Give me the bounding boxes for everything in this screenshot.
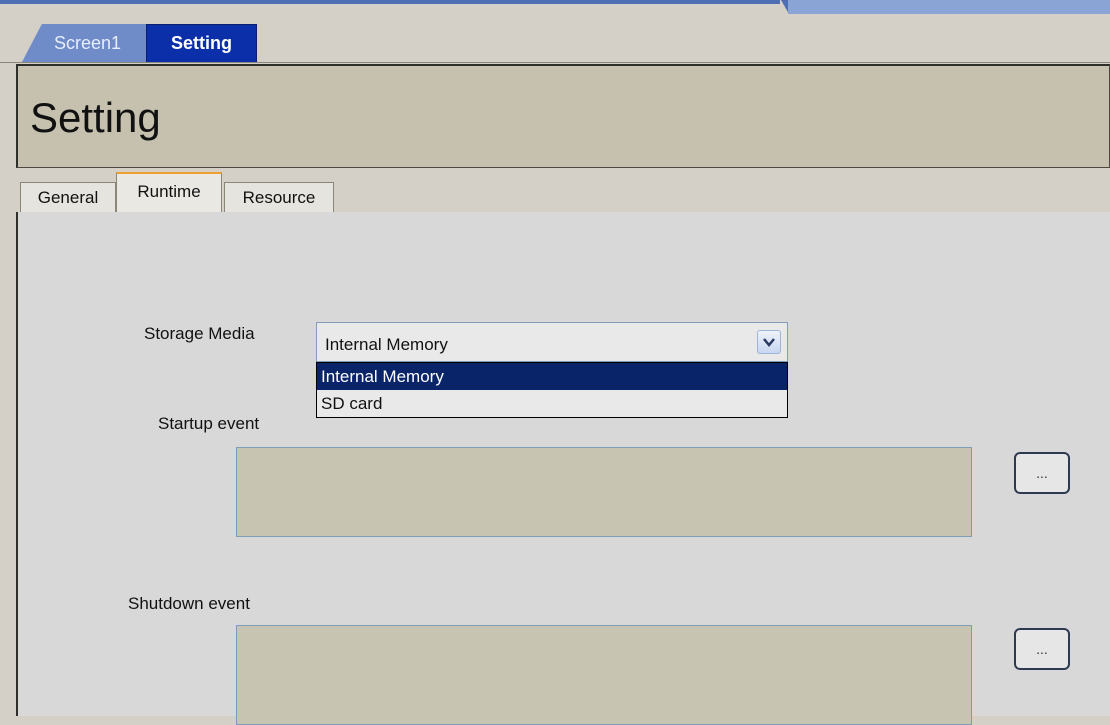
window-top-strip [0,0,1110,14]
tab-resource[interactable]: Resource [224,182,334,212]
storage-media-dropdown-list: Internal Memory SD card [316,362,788,418]
shutdown-event-browse-button[interactable]: ... [1014,628,1070,670]
tab-setting[interactable]: Setting [146,24,257,62]
storage-media-label: Storage Media [144,324,255,343]
storage-media-select[interactable]: Internal Memory [316,322,788,362]
storage-media-value: Internal Memory [325,335,448,354]
startup-event-label: Startup event [158,414,260,433]
option-sd-card[interactable]: SD card [317,390,787,417]
chevron-down-icon[interactable] [757,330,781,354]
startup-event-field[interactable] [236,447,972,537]
document-tab-strip: Screen1 Setting [0,14,1110,63]
property-tab-strip: General Runtime Resource [16,168,1110,213]
title-bar-edge-right [788,0,1110,14]
tab-screen1[interactable]: Screen1 [22,24,146,62]
tab-runtime[interactable]: Runtime [116,172,222,213]
page-header: Setting [16,64,1110,168]
shutdown-event-label: Shutdown event [128,594,250,613]
page-title: Setting [30,94,161,141]
title-bar-edge [0,0,785,4]
shutdown-event-field[interactable] [236,625,972,725]
tab-general[interactable]: General [20,182,116,212]
option-internal-memory[interactable]: Internal Memory [317,363,787,390]
startup-event-browse-button[interactable]: ... [1014,452,1070,494]
